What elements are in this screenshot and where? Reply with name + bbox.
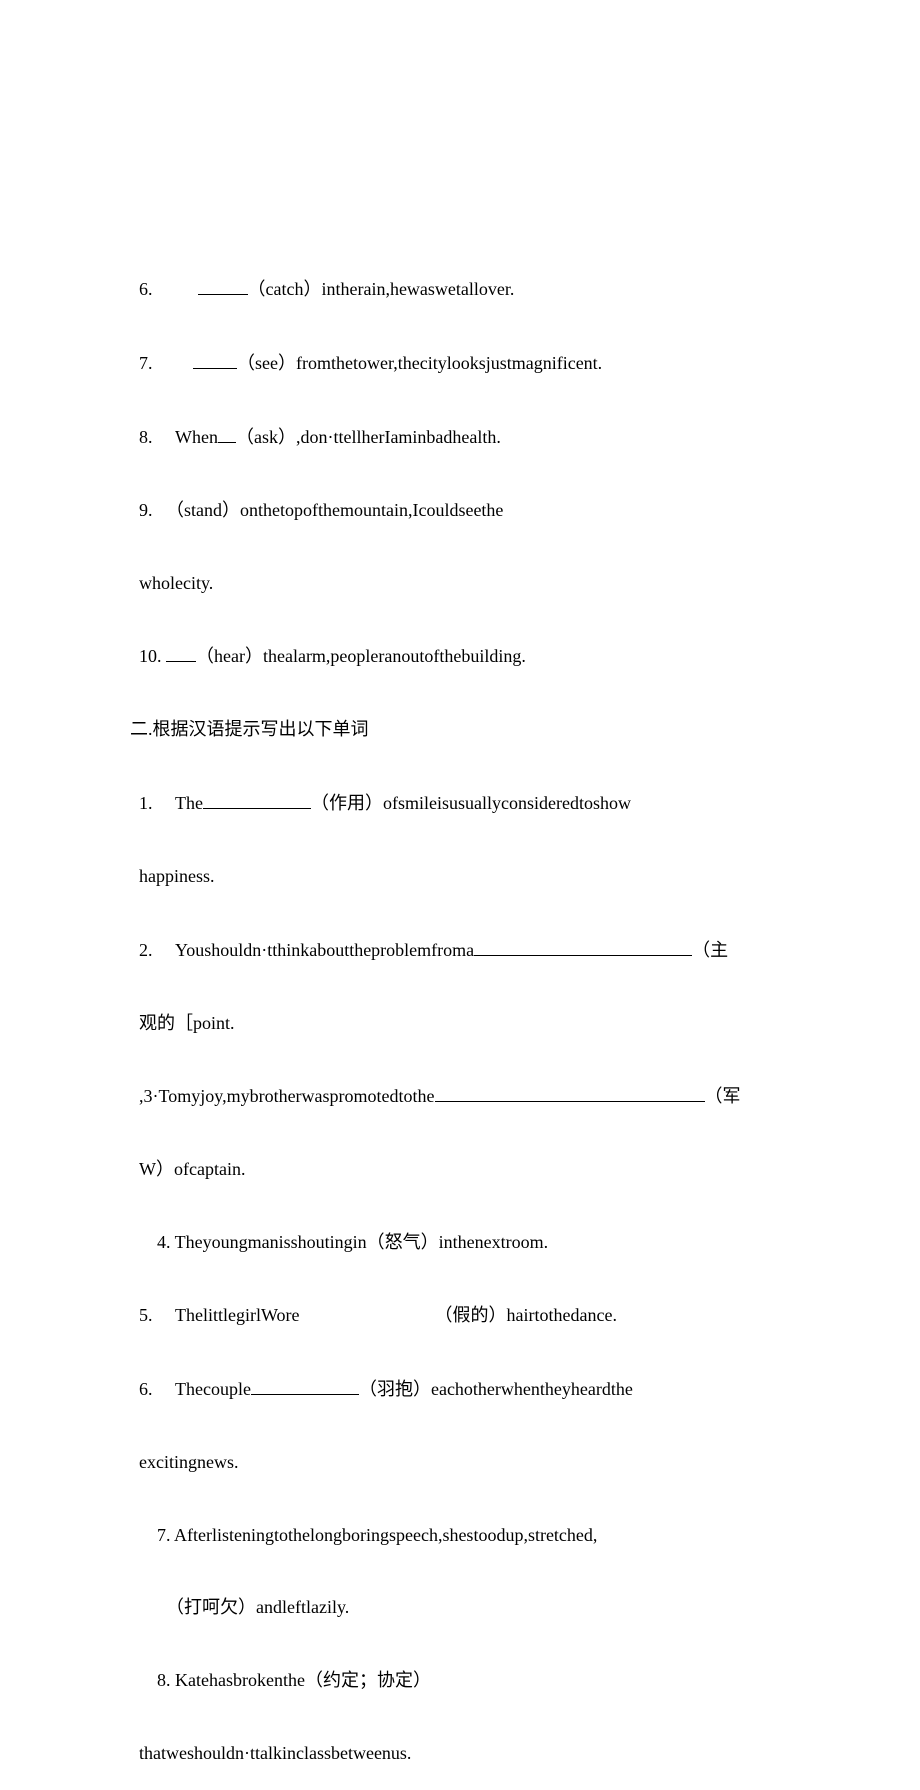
item-number: 1. [139,793,157,813]
item-text: Tomyjoy,mybrotherwaspromotedtothe [159,1086,435,1106]
item-s2-6-cont: excitingnews. [112,1425,808,1498]
item-6: 6. （catch）intherain,hewaswetallover. [112,252,808,326]
item-tail: （作用）ofsmileisusuallyconsideredtoshow [311,793,631,813]
item-tail: （see）fromthetower,thecitylooksjustmagnif… [237,353,602,373]
section-1: 6. （catch）intherain,hewaswetallover. 7. … [112,252,808,693]
item-8: 8. When （ask）,don·ttellherIaminbadhealth. [112,400,808,474]
item-s2-2: 2. Youshouldn·tthinkabouttheproblemfroma… [112,912,808,986]
item-7: 7. （see）fromthetower,thecitylooksjustmag… [112,326,808,400]
item-cont: wholecity. [139,573,213,593]
item-s2-8-cont: thatweshouldn·ttalkinclassbetweenus. [112,1717,808,1790]
item-s2-6: 6. Thecouple （羽抱）eachotherwhentheyheardth… [112,1352,808,1426]
item-9: 9. （stand）onthetopofthemountain,Icouldse… [112,473,808,546]
item-cont: 观的［point. [139,1013,235,1033]
item-text: ThelittlegirlWore [157,1305,300,1325]
item-number: 8. [139,1670,171,1690]
item-number: 6. [139,1379,157,1399]
item-s2-8: 8. Katehasbrokenthe（约定；协定） [112,1644,808,1717]
item-text: The [157,793,203,813]
item-cont: W）ofcaptain. [139,1159,245,1179]
item-text [157,279,198,299]
item-10: 10. （hear）thealarm,peopleranoutofthebuil… [112,619,808,693]
item-cont: thatweshouldn·ttalkinclassbetweenus. [139,1743,411,1763]
item-gap [300,1305,444,1325]
fill-blank[interactable] [203,790,311,809]
fill-blank[interactable] [474,937,692,956]
item-s2-7-cont: （打呵欠）andleftlazily. [112,1571,808,1644]
item-number: 7. [139,353,157,373]
item-tail: （主 [692,940,728,960]
item-s2-3-cont: W）ofcaptain. [112,1133,808,1206]
item-9-cont: wholecity. [112,546,808,619]
item-number: 8. [139,427,157,447]
item-number: 6. [139,279,157,299]
item-tail: （hear）thealarm,peopleranoutofthebuilding… [196,646,526,666]
item-tail: （ask）,don·ttellherIaminbadhealth. [236,427,501,447]
worksheet-page: 6. （catch）intherain,hewaswetallover. 7. … [0,0,920,1790]
fill-blank[interactable] [166,643,196,662]
item-number: 7. [139,1525,171,1545]
item-tail: （假的）hairtothedance. [444,1305,617,1325]
item-s2-7: 7. Afterlisteningtothelongboringspeech,s… [112,1498,808,1571]
fill-blank[interactable] [435,1083,705,1102]
item-s2-2-cont: 观的［point. [112,986,808,1059]
item-number: 4. [139,1232,171,1252]
item-cont: （打呵欠）andleftlazily. [139,1597,349,1617]
item-tail: （catch）intherain,hewaswetallover. [248,279,515,299]
item-text [157,353,193,373]
item-cont: happiness. [139,866,215,886]
item-number: ,3· [139,1086,159,1106]
item-text: Katehasbrokenthe（约定；协定） [171,1670,431,1690]
section-2: 1. The （作用）ofsmileisusuallyconsideredtosh… [112,766,808,1790]
item-s2-3: ,3·Tomyjoy,mybrotherwaspromotedtothe （军 [112,1059,808,1133]
item-number: 9. [139,500,157,520]
fill-blank[interactable] [198,276,248,295]
item-s2-1: 1. The （作用）ofsmileisusuallyconsideredtosh… [112,766,808,840]
item-number: 10. [139,646,166,666]
item-text: Thecouple [157,1379,251,1399]
item-tail: （军 [705,1086,741,1106]
section-2-heading: 二.根据汉语提示写出以下单词 [112,693,808,766]
item-s2-1-cont: happiness. [112,840,808,913]
item-s2-4: 4. Theyoungmanisshoutingin（怒气）inthenextr… [112,1206,808,1279]
item-s2-5: 5. ThelittlegirlWore （假的）hairtothedance. [112,1279,808,1352]
fill-blank[interactable] [218,424,236,443]
item-text: Afterlisteningtothelongboringspeech,shes… [171,1525,598,1545]
item-text: Theyoungmanisshoutingin（怒气）inthenextroom… [171,1232,549,1252]
item-text: （stand）onthetopofthemountain,Icouldseeth… [157,500,503,520]
item-cont: excitingnews. [139,1452,238,1472]
item-number: 5. [139,1305,157,1325]
item-tail: （羽抱）eachotherwhentheyheardthe [359,1379,633,1399]
item-text: When [157,427,218,447]
fill-blank[interactable] [251,1376,359,1395]
item-number: 2. [139,940,157,960]
fill-blank[interactable] [193,350,237,369]
heading-text: 二.根据汉语提示写出以下单词 [130,719,369,739]
item-text: Youshouldn·tthinkabouttheproblemfroma [157,940,474,960]
